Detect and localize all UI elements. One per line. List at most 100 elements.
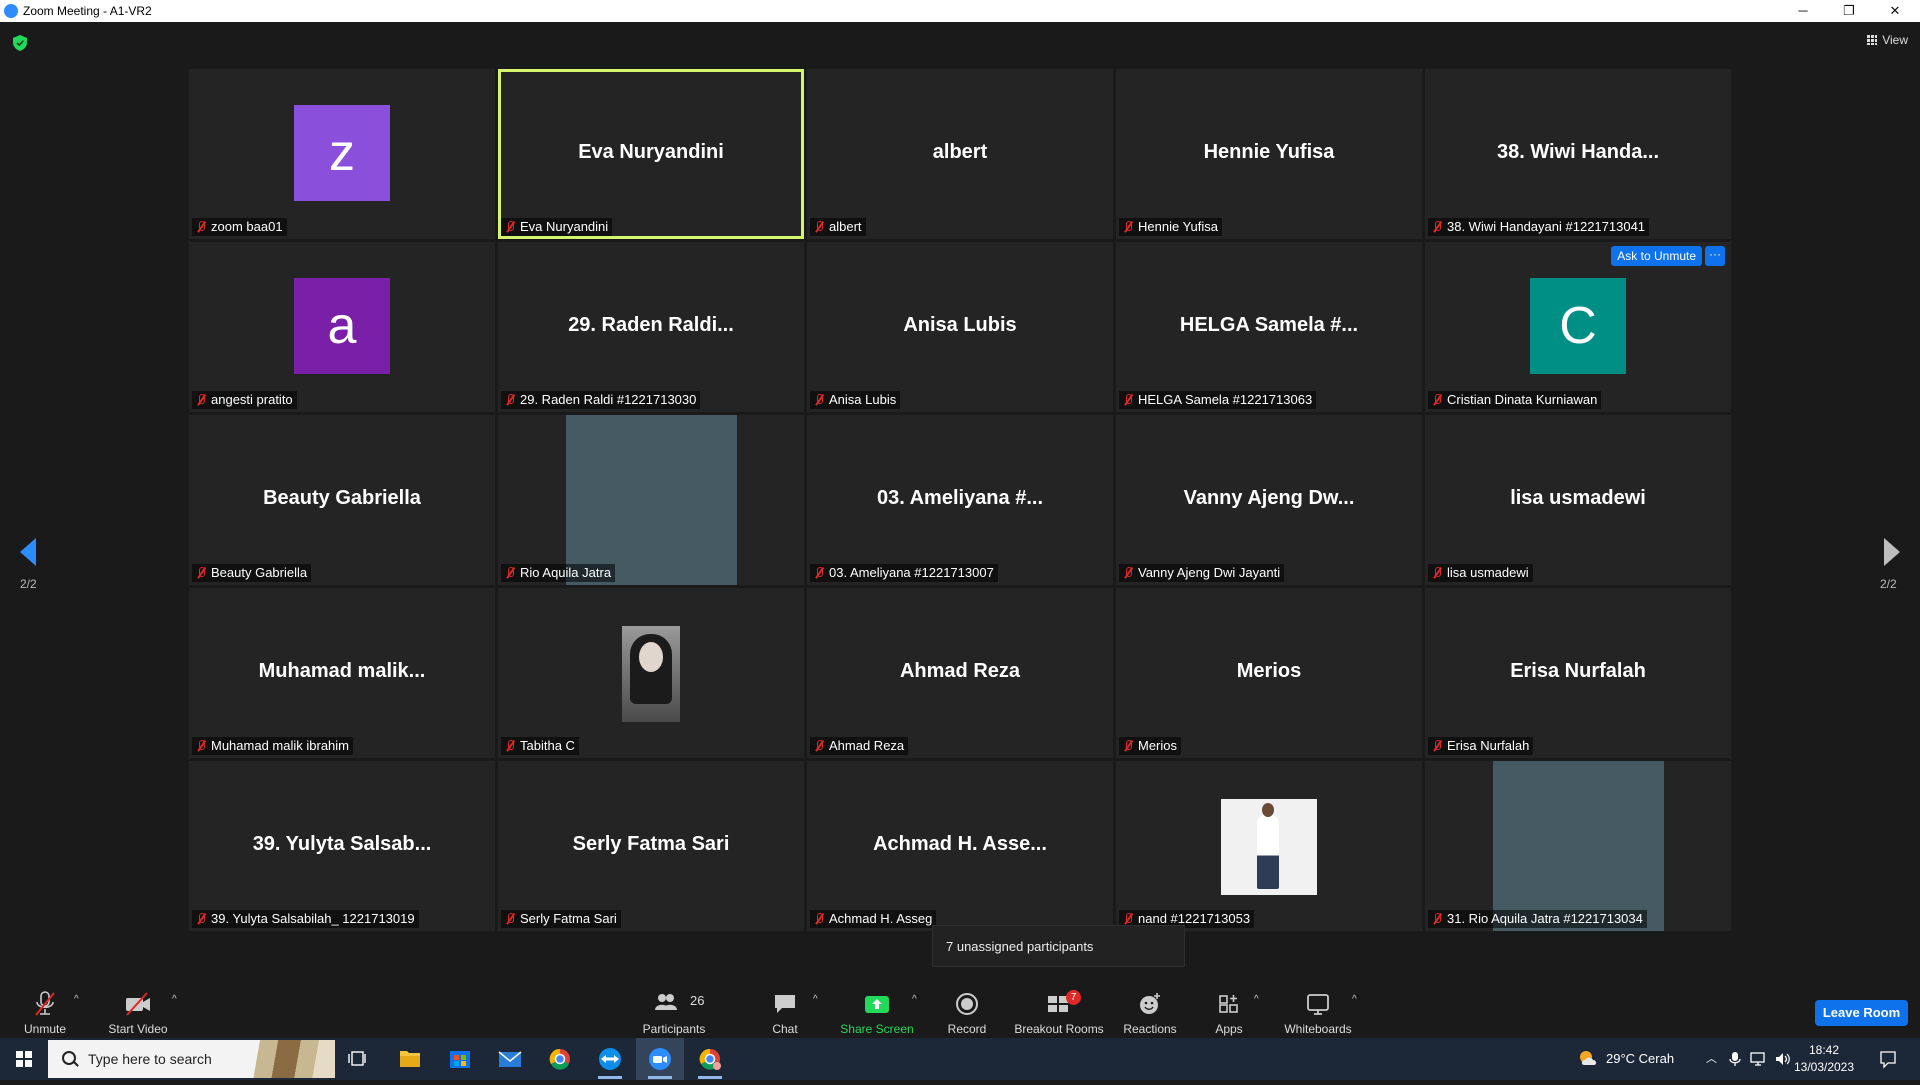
participants-button[interactable]: 26 Participants [636, 978, 712, 1038]
participant-tile[interactable]: a angesti pratito [189, 242, 495, 412]
reactions-button[interactable]: Reactions [1122, 978, 1178, 1038]
chat-options-caret-icon[interactable]: ^ [813, 994, 818, 1005]
chat-label: Chat [772, 1022, 798, 1036]
meeting-toolbar: Unmute ^ Start Video ^ 26 Participants C… [0, 978, 1920, 1038]
participant-tile[interactable]: Muhamad malik... Muhamad malik ibrahim [189, 588, 495, 758]
participant-display-name: Muhamad malik... [258, 660, 426, 682]
more-options-button[interactable]: ··· [1705, 246, 1725, 266]
mic-muted-icon [1123, 221, 1133, 233]
record-label: Record [947, 1022, 987, 1036]
restore-button[interactable]: ❐ [1826, 0, 1872, 22]
participant-name-label: Merios [1119, 737, 1182, 755]
whiteboard-icon [1307, 994, 1329, 1015]
participant-tile[interactable]: Serly Fatma Sari Serly Fatma Sari [498, 761, 804, 931]
ask-to-unmute-button[interactable]: Ask to Unmute [1611, 246, 1702, 266]
unmute-button[interactable]: Unmute [18, 978, 72, 1038]
participant-tile[interactable]: Vanny Ajeng Dw... Vanny Ajeng Dwi Jayanti [1116, 415, 1422, 585]
participant-name: albert [829, 219, 862, 234]
task-view-button[interactable] [335, 1038, 383, 1080]
apps-button[interactable]: Apps [1208, 978, 1250, 1038]
participant-tile[interactable]: C Ask to Unmute ··· Cristian Dinata Kurniaw… [1425, 242, 1731, 412]
participant-tile[interactable]: Beauty Gabriella Beauty Gabriella [189, 415, 495, 585]
next-page-arrow-icon[interactable] [1884, 538, 1900, 566]
participant-display-name: Hennie Yufisa [1203, 141, 1335, 163]
participant-name-label: Rio Aquila Jatra [501, 564, 616, 582]
participant-tile[interactable]: nand #1221713053 [1116, 761, 1422, 931]
mic-muted-icon [505, 394, 515, 406]
participant-video-feed [1493, 761, 1664, 931]
breakout-rooms-button[interactable]: 7 Breakout Rooms [1012, 978, 1106, 1038]
start-button[interactable] [0, 1038, 48, 1080]
teamviewer-icon [599, 1048, 621, 1070]
chrome-profile-icon [699, 1048, 721, 1070]
reactions-icon [1140, 993, 1160, 1014]
leave-room-button[interactable]: Leave Room [1815, 1000, 1908, 1026]
participant-tile[interactable]: Achmad H. Asse... Achmad H. Asseg [807, 761, 1113, 931]
participant-tile[interactable]: 31. Rio Aquila Jatra #1221713034 [1425, 761, 1731, 931]
weather-text[interactable]: 29°C Cerah [1606, 1038, 1674, 1080]
participant-tile[interactable]: Anisa Lubis Anisa Lubis [807, 242, 1113, 412]
encryption-shield-icon[interactable] [13, 35, 27, 51]
participant-tile[interactable]: Rio Aquila Jatra [498, 415, 804, 585]
system-clock[interactable]: 18:42 13/03/2023 [1785, 1042, 1863, 1076]
participant-name-label: angesti pratito [192, 391, 297, 409]
mic-muted-icon [814, 913, 824, 925]
share-screen-label: Share Screen [840, 1022, 914, 1036]
whiteboards-options-caret-icon[interactable]: ^ [1352, 994, 1357, 1005]
mail-icon [498, 1051, 522, 1067]
participant-tile[interactable]: lisa usmadewi lisa usmadewi [1425, 415, 1731, 585]
mic-muted-icon [505, 567, 515, 579]
participant-tile[interactable]: 03. Ameliyana #... 03. Ameliyana #1221713… [807, 415, 1113, 585]
file-explorer-app[interactable] [386, 1038, 434, 1080]
mail-app[interactable] [486, 1038, 534, 1080]
participant-tile[interactable]: Ahmad Reza Ahmad Reza [807, 588, 1113, 758]
minimize-button[interactable]: ─ [1780, 0, 1826, 22]
participant-tile[interactable]: albert albert [807, 69, 1113, 239]
participant-tile[interactable]: z zoom baa01 [189, 69, 495, 239]
whiteboards-button[interactable]: Whiteboards [1282, 978, 1354, 1038]
participant-tile[interactable]: 29. Raden Raldi... 29. Raden Raldi #12217… [498, 242, 804, 412]
participant-tile[interactable]: 38. Wiwi Handa... 38. Wiwi Handayani #122… [1425, 69, 1731, 239]
network-icon[interactable] [1750, 1051, 1768, 1067]
participant-tile[interactable]: Eva Nuryandini Eva Nuryandini [498, 69, 804, 239]
participant-tile[interactable]: HELGA Samela #... HELGA Samela #122171306… [1116, 242, 1422, 412]
video-options-caret-icon[interactable]: ^ [172, 994, 177, 1005]
participant-name-label: Hennie Yufisa [1119, 218, 1222, 236]
store-icon [450, 1051, 470, 1068]
participant-tile[interactable]: Erisa Nurfalah Erisa Nurfalah [1425, 588, 1731, 758]
record-button[interactable]: Record [942, 978, 992, 1038]
microsoft-store-app[interactable] [436, 1038, 484, 1080]
share-screen-button[interactable]: Share Screen [838, 978, 916, 1038]
participant-display-name: 39. Yulyta Salsab... [252, 833, 432, 855]
notifications-icon[interactable] [1878, 1049, 1898, 1069]
microphone-in-use-icon[interactable] [1728, 1051, 1742, 1067]
mic-muted-icon [196, 913, 206, 925]
window-titlebar: Zoom Meeting - A1-VR2 ─ ❐ ✕ [0, 0, 1920, 22]
windows-taskbar: Type here to search 29°C Cerah ︿ 18:42 1… [0, 1038, 1920, 1080]
start-video-button[interactable]: Start Video [104, 978, 172, 1038]
participant-tile[interactable]: Merios Merios [1116, 588, 1422, 758]
view-button-label: View [1882, 33, 1908, 47]
view-button[interactable]: View [1867, 33, 1908, 47]
chrome-profile-app[interactable] [686, 1038, 734, 1080]
taskbar-search-box[interactable]: Type here to search [48, 1040, 335, 1078]
mic-muted-icon [814, 567, 824, 579]
apps-options-caret-icon[interactable]: ^ [1254, 994, 1259, 1005]
zoom-app[interactable] [636, 1038, 684, 1080]
audio-options-caret-icon[interactable]: ^ [74, 994, 79, 1005]
participant-tile[interactable]: Hennie Yufisa Hennie Yufisa [1116, 69, 1422, 239]
previous-page-arrow-icon[interactable] [20, 538, 36, 566]
close-button[interactable]: ✕ [1872, 0, 1918, 22]
chat-button[interactable]: Chat [760, 978, 810, 1038]
participant-profile-photo [1221, 799, 1317, 895]
participant-display-name: albert [932, 141, 988, 163]
participant-name: 03. Ameliyana #1221713007 [829, 565, 994, 580]
teamviewer-app[interactable] [586, 1038, 634, 1080]
apps-icon [1219, 995, 1238, 1013]
participant-tile[interactable]: 39. Yulyta Salsab... 39. Yulyta Salsabila… [189, 761, 495, 931]
participant-tile[interactable]: Tabitha C [498, 588, 804, 758]
share-options-caret-icon[interactable]: ^ [912, 994, 917, 1005]
show-hidden-icons-chevron-icon[interactable]: ︿ [1706, 1038, 1717, 1080]
participant-name: Tabitha C [520, 738, 575, 753]
chrome-app[interactable] [536, 1038, 584, 1080]
